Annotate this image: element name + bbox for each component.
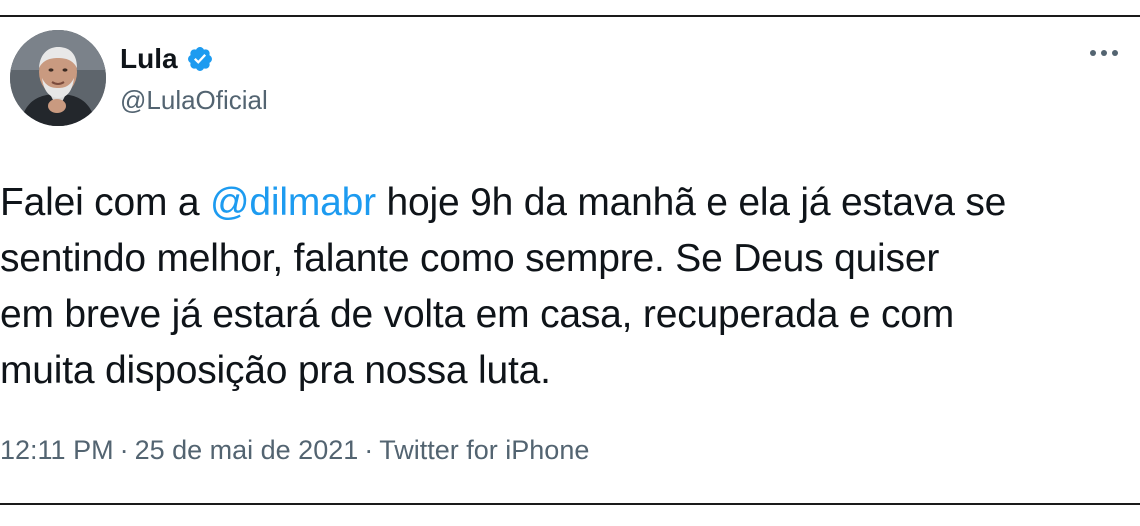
tweet-text: Falei com a @dilmabr hoje 9h da manhã e …: [0, 175, 1140, 399]
meta-separator: ·: [364, 435, 374, 465]
tweet-date-link[interactable]: 25 de mai de 2021: [135, 435, 359, 465]
author-name[interactable]: Lula: [120, 40, 178, 78]
tweet-time-link[interactable]: 12:11 PM: [0, 435, 114, 465]
mention-link[interactable]: @dilmabr: [210, 181, 376, 224]
author-name-row: Lula: [120, 40, 214, 78]
tweet-text-line-2: sentindo melhor, falante como sempre. Se…: [0, 237, 940, 280]
tweet-header: Lula @LulaOficial: [10, 30, 1130, 130]
more-options-icon: [1090, 50, 1118, 56]
tweet-text-segment: hoje 9h da manhã e ela já estava se: [375, 181, 1007, 224]
tweet-text-line-3: em breve já estará de volta em casa, rec…: [0, 293, 955, 336]
avatar[interactable]: [10, 30, 106, 126]
tweet-source-link[interactable]: Twitter for iPhone: [379, 435, 589, 465]
verified-badge-icon: [186, 45, 214, 73]
tweet-text-line-1: Falei com a @dilmabr hoje 9h da manhã e …: [0, 175, 1140, 231]
meta-separator: ·: [119, 435, 129, 465]
author-handle[interactable]: @LulaOficial: [120, 82, 268, 118]
tweet-text-segment: Falei com a: [0, 181, 211, 224]
more-options-button[interactable]: [1084, 38, 1124, 68]
tweet-meta: 12:11 PM · 25 de mai de 2021 · Twitter for i…: [0, 432, 589, 468]
tweet-text-line-4: muita disposição pra nossa luta.: [0, 349, 551, 392]
avatar-portrait-icon: [10, 30, 106, 126]
